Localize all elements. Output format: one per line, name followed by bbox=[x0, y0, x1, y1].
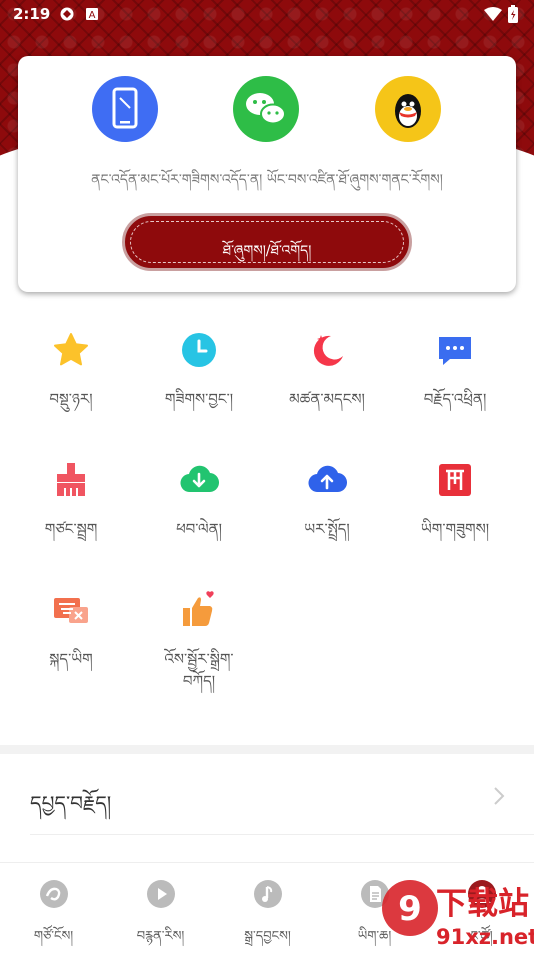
cloud-upload-icon bbox=[308, 465, 348, 493]
grid-item-uploads[interactable]: ཡར་སྤྲོད། bbox=[262, 460, 392, 540]
phone-icon bbox=[112, 87, 138, 129]
phone-login-button[interactable] bbox=[92, 76, 158, 142]
grid-item-night-mode[interactable]: མཚན་མདངས། bbox=[262, 330, 392, 410]
wifi-icon bbox=[484, 7, 502, 21]
settings-row-label: དཔྱད་བརྗོད། bbox=[30, 791, 112, 815]
grid-item-label: ཡར་སྤྲོད། bbox=[304, 520, 350, 538]
nav-item-audio[interactable]: སྒྲ་དབྱངས། bbox=[214, 879, 321, 958]
battery-icon bbox=[508, 5, 518, 23]
grid-item-feedback[interactable]: འོས་སྦྱོར་སྒྲིག་བཀོད། bbox=[134, 590, 264, 692]
status-bar: 2:19 A bbox=[0, 0, 534, 28]
wechat-login-button[interactable] bbox=[233, 76, 299, 142]
font-icon bbox=[439, 464, 471, 496]
cloud-download-icon bbox=[180, 465, 220, 493]
nav-item-video[interactable]: བརྙན་རིས། bbox=[107, 879, 214, 958]
login-button[interactable]: ཐོ་ཞུགས།/ཐོ་འགོད། bbox=[122, 213, 412, 271]
watermark-text: 下载站 bbox=[436, 886, 529, 922]
star-icon bbox=[54, 333, 88, 366]
notification-a-icon: A bbox=[86, 8, 98, 21]
nav-item-label: བརྙན་རིས། bbox=[136, 929, 185, 944]
grid-item-favorites[interactable]: བསྡུ་ཉར། bbox=[6, 330, 136, 410]
qq-icon bbox=[395, 94, 421, 128]
grid-item-font-setting[interactable]: ཡིག་གཟུགས། bbox=[390, 460, 520, 540]
grid-item-label: བརྗོད་འཕྲིན། bbox=[423, 390, 487, 408]
moon-icon bbox=[313, 335, 343, 366]
notification-app-icon bbox=[60, 7, 74, 21]
qq-login-button[interactable] bbox=[375, 76, 441, 142]
wechat-icon bbox=[246, 93, 286, 125]
nav-item-home[interactable]: གཙོ་ངོས། bbox=[0, 879, 107, 958]
nav-item-label: གཙོ་ངོས། bbox=[33, 929, 74, 944]
status-time: 2:19 bbox=[13, 5, 51, 23]
watermark-logo: 9 下载站 91xz.net bbox=[378, 868, 534, 950]
grid-item-label: གཟིགས་བྱང་། bbox=[164, 390, 234, 408]
section-divider bbox=[0, 745, 534, 754]
home-logo-icon bbox=[39, 880, 68, 908]
grid-item-label: བསྡུ་ཉར། bbox=[49, 390, 93, 408]
row-separator bbox=[30, 834, 534, 835]
grid-item-label: གཙང་སྦྲག bbox=[44, 520, 98, 538]
settings-row[interactable]: དཔྱད་བརྗོད། bbox=[0, 755, 534, 835]
grid-item-downloads[interactable]: ཕབ་ལེན། bbox=[134, 460, 264, 540]
grid-item-label: སྐད་ཡིག bbox=[49, 650, 93, 668]
svg-text:A: A bbox=[89, 10, 96, 21]
grid-item-history[interactable]: གཟིགས་བྱང་། bbox=[134, 330, 264, 410]
login-hint: ནང་འདོན་མང་པོར་གཟིགས་འདོད་ན། ཡོང་བས་འཛིན… bbox=[91, 172, 443, 188]
grid-item-language[interactable]: སྐད་ཡིག bbox=[6, 590, 136, 670]
chevron-right-icon bbox=[494, 787, 505, 805]
svg-text:9: 9 bbox=[398, 889, 422, 929]
play-icon bbox=[146, 880, 175, 908]
grid-item-label: ཡིག་གཟུགས། bbox=[420, 520, 490, 538]
grid-item-label: མཚན་མདངས། bbox=[289, 390, 365, 408]
grid-item-clear-cache[interactable]: གཙང་སྦྲག bbox=[6, 460, 136, 540]
watermark-subtext: 91xz.net bbox=[436, 925, 534, 949]
thumbs-up-icon bbox=[183, 591, 214, 626]
grid-item-comments[interactable]: བརྗོད་འཕྲིན། bbox=[390, 330, 520, 410]
broom-icon bbox=[57, 463, 85, 496]
grid-item-label: འོས་སྦྱོར་སྒྲིག་བཀོད། bbox=[164, 650, 234, 690]
nav-item-label: སྒྲ་དབྱངས། bbox=[244, 929, 291, 944]
translate-icon bbox=[54, 598, 88, 623]
login-button-label: ཐོ་ཞུགས།/ཐོ་འགོད། bbox=[222, 243, 312, 259]
login-card: ནང་འདོན་མང་པོར་གཟིགས་འདོད་ན། ཡོང་བས་འཛིན… bbox=[18, 56, 516, 292]
watermark-graphic: 9 下载站 91xz.net bbox=[382, 880, 534, 949]
grid-item-label: ཕབ་ལེན། bbox=[176, 520, 222, 538]
chat-icon bbox=[439, 337, 471, 365]
clock-icon bbox=[182, 333, 216, 367]
music-icon bbox=[253, 880, 282, 908]
